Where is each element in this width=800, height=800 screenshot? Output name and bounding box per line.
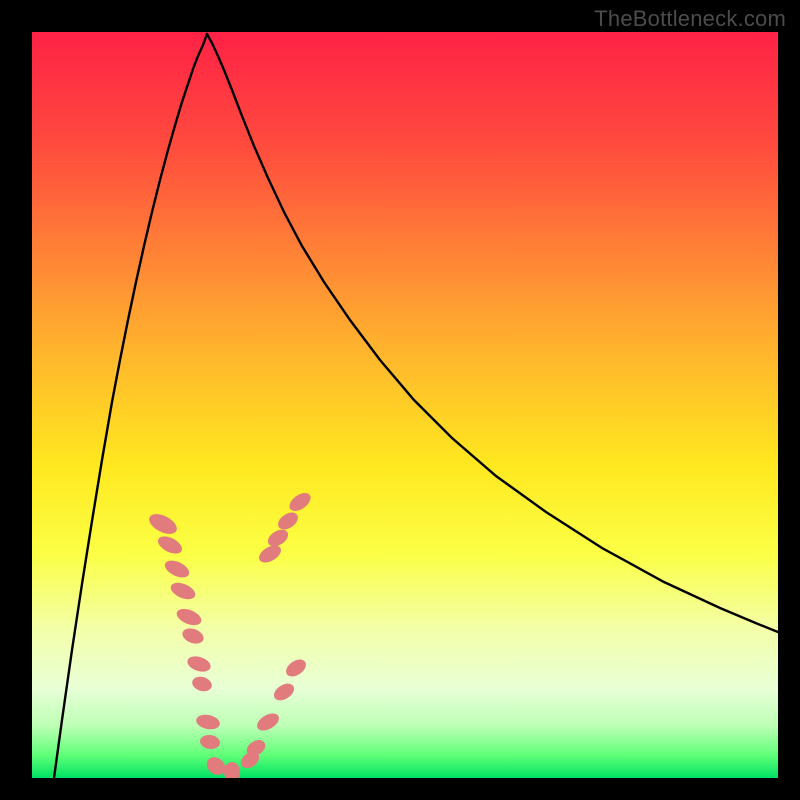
curve-marker — [155, 533, 185, 557]
curve-marker — [271, 680, 297, 704]
curve-marker — [275, 509, 301, 533]
chart-frame: TheBottleneck.com — [0, 0, 800, 800]
curve-marker — [185, 654, 212, 675]
curve-left-curve — [54, 34, 207, 778]
curve-marker — [199, 734, 221, 751]
curve-marker — [256, 542, 284, 566]
curve-marker — [283, 656, 309, 680]
curve-marker — [224, 762, 240, 778]
watermark-text: TheBottleneck.com — [594, 6, 786, 32]
curve-marker — [168, 579, 197, 602]
curve-marker — [195, 713, 221, 732]
curve-marker — [146, 510, 180, 538]
chart-svg — [32, 32, 778, 778]
curve-marker — [180, 626, 205, 647]
chart-plot-area — [32, 32, 778, 778]
curve-marker — [190, 675, 213, 694]
curve-marker — [286, 489, 314, 514]
curve-right-curve — [207, 34, 778, 632]
curve-marker — [254, 710, 282, 734]
curve-marker — [174, 606, 203, 629]
curve-marker — [162, 557, 191, 581]
